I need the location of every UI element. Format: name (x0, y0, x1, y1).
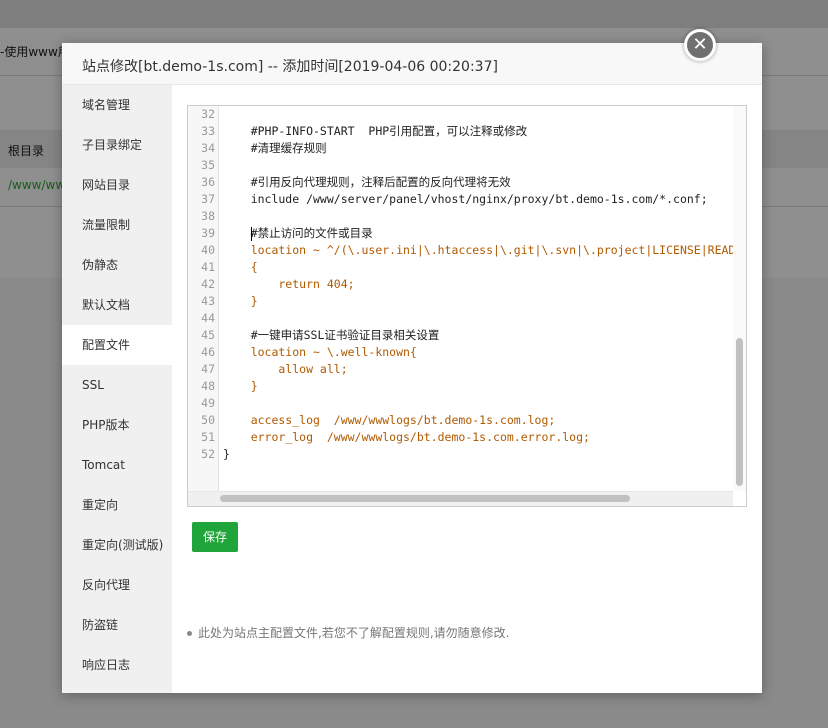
sidebar-item[interactable]: 重定向(测试版) (62, 525, 172, 565)
code-line: 33 #PHP-INFO-START PHP引用配置，可以注释或修改 (188, 123, 733, 140)
code-text: location ~ ^/(\.user.ini|\.htaccess|\.gi… (223, 243, 733, 257)
line-number: 51 (201, 430, 215, 444)
line-number: 32 (201, 107, 215, 121)
code-line: 38 (188, 208, 733, 225)
code-line: 52} (188, 446, 733, 463)
line-number: 45 (201, 328, 215, 342)
code-line: 43 } (188, 293, 733, 310)
code-text: } (223, 447, 230, 461)
code-text: #PHP-INFO-START PHP引用配置，可以注释或修改 (223, 124, 528, 138)
line-number: 34 (201, 141, 215, 155)
sidebar-item[interactable]: 防盗链 (62, 605, 172, 645)
sidebar-item[interactable]: 域名管理 (62, 85, 172, 125)
sidebar-item[interactable]: 伪静态 (62, 245, 172, 285)
background-root-label: 根目录 (8, 144, 45, 158)
config-file-panel: 32 33 #PHP-INFO-START PHP引用配置，可以注释或修改 34 #… (172, 85, 762, 693)
sidebar-item[interactable]: PHP版本 (62, 405, 172, 445)
code-line: 46 location ~ \.well-known{ (188, 344, 733, 361)
code-area[interactable]: 32 33 #PHP-INFO-START PHP引用配置，可以注释或修改 34 #… (188, 106, 733, 491)
modal-sidebar: 域名管理 子目录绑定 网站目录 流量限制 伪静态 默认文档 配置文件 SSL PHP版本 Tomc… (62, 85, 172, 693)
text-cursor (251, 227, 252, 241)
line-number: 41 (201, 260, 215, 274)
site-edit-modal: 站点修改[bt.demo-1s.com] -- 添加时间[2019-04-06 … (62, 43, 762, 693)
code-line: 44 (188, 310, 733, 327)
config-tip: 此处为站点主配置文件,若您不了解配置规则,请勿随意修改. (187, 624, 509, 641)
code-text: } (223, 294, 258, 308)
bullet-icon (187, 631, 192, 636)
sidebar-item[interactable]: 重定向 (62, 485, 172, 525)
code-text: allow all; (223, 362, 348, 376)
config-tip-text: 此处为站点主配置文件,若您不了解配置规则,请勿随意修改. (198, 626, 510, 640)
code-line: 41 { (188, 259, 733, 276)
line-number: 36 (201, 175, 215, 189)
line-number: 47 (201, 362, 215, 376)
sidebar-item[interactable]: 反向代理 (62, 565, 172, 605)
code-text: #禁止访问的文件或目录 (223, 226, 373, 240)
code-editor[interactable]: 32 33 #PHP-INFO-START PHP引用配置，可以注释或修改 34 #… (187, 105, 747, 507)
vertical-scrollbar-thumb[interactable] (736, 338, 743, 486)
sidebar-item[interactable]: 响应日志 (62, 645, 172, 685)
code-text: include /www/server/panel/vhost/nginx/pr… (223, 192, 708, 206)
code-text: { (223, 260, 258, 274)
close-icon[interactable]: ✕ (684, 29, 716, 61)
line-number: 39 (201, 226, 215, 240)
line-number: 48 (201, 379, 215, 393)
code-line: 51 error_log /www/wwwlogs/bt.demo-1s.com… (188, 429, 733, 446)
horizontal-scrollbar-thumb[interactable] (220, 495, 630, 502)
line-number: 42 (201, 277, 215, 291)
line-number: 50 (201, 413, 215, 427)
code-line: 45 #一键申请SSL证书验证目录相关设置 (188, 327, 733, 344)
sidebar-item[interactable]: 子目录绑定 (62, 125, 172, 165)
sidebar-item[interactable]: Tomcat (62, 445, 172, 485)
line-number: 35 (201, 158, 215, 172)
code-line: 48 } (188, 378, 733, 395)
code-line: 42 return 404; (188, 276, 733, 293)
code-text: error_log /www/wwwlogs/bt.demo-1s.com.er… (223, 430, 590, 444)
line-number: 43 (201, 294, 215, 308)
code-line: 39 #禁止访问的文件或目录 (188, 225, 733, 242)
code-line: 32 (188, 106, 733, 123)
code-text: #引用反向代理规则，注释后配置的反向代理将无效 (223, 175, 511, 189)
line-number: 40 (201, 243, 215, 257)
modal-title: 站点修改[bt.demo-1s.com] -- 添加时间[2019-04-06 … (82, 59, 498, 75)
line-number: 37 (201, 192, 215, 206)
line-number: 49 (201, 396, 215, 410)
sidebar-item[interactable]: 流量限制 (62, 205, 172, 245)
code-text: } (223, 379, 258, 393)
line-number: 44 (201, 311, 215, 325)
code-text: access_log /www/wwwlogs/bt.demo-1s.com.l… (223, 413, 556, 427)
code-text: #一键申请SSL证书验证目录相关设置 (223, 328, 440, 342)
line-number: 46 (201, 345, 215, 359)
sidebar-item[interactable]: 配置文件 (62, 325, 172, 365)
code-line: 34 #清理缓存规则 (188, 140, 733, 157)
code-text: #清理缓存规则 (223, 141, 327, 155)
code-line: 40 location ~ ^/(\.user.ini|\.htaccess|\… (188, 242, 733, 259)
code-line: 36 #引用反向代理规则，注释后配置的反向代理将无效 (188, 174, 733, 191)
line-number: 52 (201, 447, 215, 461)
line-number: 33 (201, 124, 215, 138)
code-line: 50 access_log /www/wwwlogs/bt.demo-1s.co… (188, 412, 733, 429)
code-line: 35 (188, 157, 733, 174)
sidebar-item[interactable]: 默认文档 (62, 285, 172, 325)
code-text: location ~ \.well-known{ (223, 345, 417, 359)
code-text: return 404; (223, 277, 355, 291)
background-text: -使用www用 (0, 45, 70, 59)
code-line: 49 (188, 395, 733, 412)
sidebar-item[interactable]: 网站目录 (62, 165, 172, 205)
modal-header: 站点修改[bt.demo-1s.com] -- 添加时间[2019-04-06 … (62, 43, 762, 85)
code-line: 47 allow all; (188, 361, 733, 378)
code-line: 37 include /www/server/panel/vhost/nginx… (188, 191, 733, 208)
save-button[interactable]: 保存 (192, 522, 238, 552)
line-number: 38 (201, 209, 215, 223)
sidebar-item[interactable]: SSL (62, 365, 172, 405)
background-header (0, 0, 828, 28)
